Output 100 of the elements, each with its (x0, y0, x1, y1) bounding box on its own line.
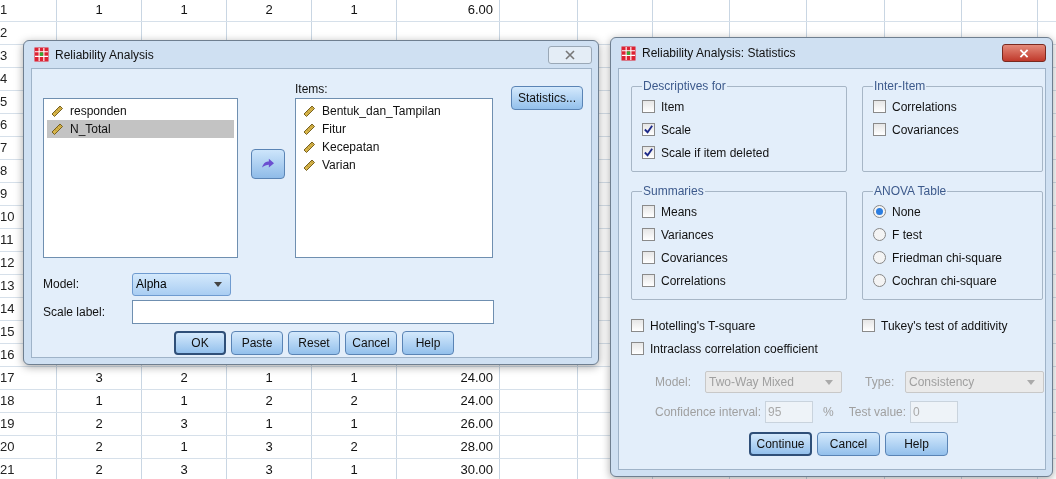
group-title: ANOVA Table (873, 184, 948, 198)
model-dropdown[interactable]: Alpha (132, 272, 231, 296)
caret-icon (214, 281, 222, 287)
table-cell: 28.00 (397, 436, 500, 458)
table-cell: 1 (142, 0, 227, 21)
checkbox[interactable] (642, 100, 655, 113)
row-number: 18 (0, 390, 57, 412)
ruler-icon (50, 104, 64, 118)
radio-button[interactable] (873, 251, 886, 264)
table-cell: 1 (227, 367, 312, 389)
table-cell: 1 (312, 459, 397, 479)
group-title: Descriptives for (642, 79, 727, 93)
radio-option[interactable]: Friedman chi-square (873, 246, 1042, 269)
close-button[interactable] (1002, 44, 1046, 62)
table-cell: 1 (312, 0, 397, 21)
model-label: Model: (655, 375, 693, 389)
table-cell: 3 (227, 436, 312, 458)
ruler-icon (302, 122, 316, 136)
checkbox-option[interactable]: Variances (642, 223, 846, 246)
table-cell: 2 (312, 436, 397, 458)
radio-option[interactable]: Cochran chi-square (873, 269, 1042, 292)
table-grid-icon (621, 45, 636, 61)
table-cell: 1 (312, 413, 397, 435)
checkbox-option[interactable]: Means (642, 200, 846, 223)
item-entry[interactable]: Bentuk_dan_Tampilan (299, 102, 489, 120)
table-cell: 3 (57, 367, 142, 389)
checkbox[interactable] (631, 342, 644, 355)
variable-list[interactable]: responden N_Total (43, 98, 238, 258)
table-cell: 1 (57, 390, 142, 412)
dialog-button[interactable]: Continue (749, 432, 812, 456)
caret-icon (1027, 379, 1035, 385)
test-value-label: Test value: (848, 405, 907, 419)
checkbox[interactable] (642, 251, 655, 264)
checkbox[interactable] (642, 274, 655, 287)
dialog-button[interactable]: Help (402, 331, 454, 355)
checkbox-option[interactable]: Correlations (873, 95, 1042, 118)
checkbox-option[interactable]: Intraclass correlation coefficient (631, 337, 862, 360)
table-cell: 1 (142, 390, 227, 412)
checkbox[interactable] (631, 319, 644, 332)
table-cell: 26.00 (397, 413, 500, 435)
table-cell: 2 (227, 390, 312, 412)
dialog-button[interactable]: Cancel (345, 331, 397, 355)
checkbox-option[interactable]: Covariances (873, 118, 1042, 141)
confidence-label: Confidence interval: (655, 405, 762, 419)
radio-button[interactable] (873, 228, 886, 241)
checkbox-option[interactable]: Correlations (642, 269, 846, 292)
checkbox-option[interactable]: Scale if item deleted (642, 141, 846, 164)
checkbox-option[interactable]: Covariances (642, 246, 846, 269)
dialog-button[interactable]: Reset (288, 331, 340, 355)
checkbox-option[interactable]: Hotelling's T-square (631, 314, 862, 337)
variable-item[interactable]: N_Total (47, 120, 234, 138)
row-number: 20 (0, 436, 57, 458)
scale-label-field[interactable] (132, 300, 494, 324)
table-cell: 24.00 (397, 367, 500, 389)
dialog-button[interactable]: Cancel (817, 432, 880, 456)
radio-option[interactable]: F test (873, 223, 1042, 246)
table-cell: 1 (312, 367, 397, 389)
checkbox[interactable] (873, 123, 886, 136)
statistics-button[interactable]: Statistics... (511, 86, 583, 110)
table-cell: 2 (142, 367, 227, 389)
radio-button[interactable] (873, 274, 886, 287)
checkbox[interactable] (642, 146, 655, 159)
ruler-icon (302, 140, 316, 154)
window-title: Reliability Analysis: Statistics (642, 46, 797, 60)
table-cell: 24.00 (397, 390, 500, 412)
table-cell: 2 (312, 390, 397, 412)
dialog-button[interactable]: Help (885, 432, 948, 456)
item-entry[interactable]: Kecepatan (299, 138, 489, 156)
table-cell: 1 (142, 436, 227, 458)
table-cell: 1 (227, 413, 312, 435)
checkbox-option[interactable]: Item (642, 95, 846, 118)
dialog-button[interactable]: OK (174, 331, 226, 355)
move-button[interactable] (251, 149, 285, 179)
checkbox[interactable] (642, 228, 655, 241)
close-icon (1019, 48, 1029, 58)
type-label: Type: (865, 375, 896, 389)
checkbox[interactable] (642, 123, 655, 136)
checkbox-option[interactable]: Tukey's test of additivity (862, 314, 1043, 337)
table-cell: 1 (57, 0, 142, 21)
item-entry[interactable]: Fitur (299, 120, 489, 138)
row-number: 17 (0, 367, 57, 389)
dialog-button[interactable]: Paste (231, 331, 283, 355)
row-number: 19 (0, 413, 57, 435)
checkbox-option[interactable]: Scale (642, 118, 846, 141)
ruler-icon (302, 104, 316, 118)
window-title: Reliability Analysis (55, 47, 155, 62)
checkbox[interactable] (862, 319, 875, 332)
radio-button[interactable] (873, 205, 886, 218)
checkbox[interactable] (642, 205, 655, 218)
radio-option[interactable]: None (873, 200, 1042, 223)
items-label: Items: (295, 82, 329, 96)
row-number: 1 (0, 0, 57, 21)
item-entry[interactable]: Varian (299, 156, 489, 174)
table-grid-icon (34, 47, 49, 62)
percent-label: % (823, 405, 834, 419)
checkbox[interactable] (873, 100, 886, 113)
table-cell: 2 (57, 436, 142, 458)
close-icon (565, 49, 575, 60)
items-list[interactable]: Bentuk_dan_Tampilan Fitur Kecepatan Varian (295, 98, 493, 258)
table-cell: 3 (227, 459, 312, 479)
